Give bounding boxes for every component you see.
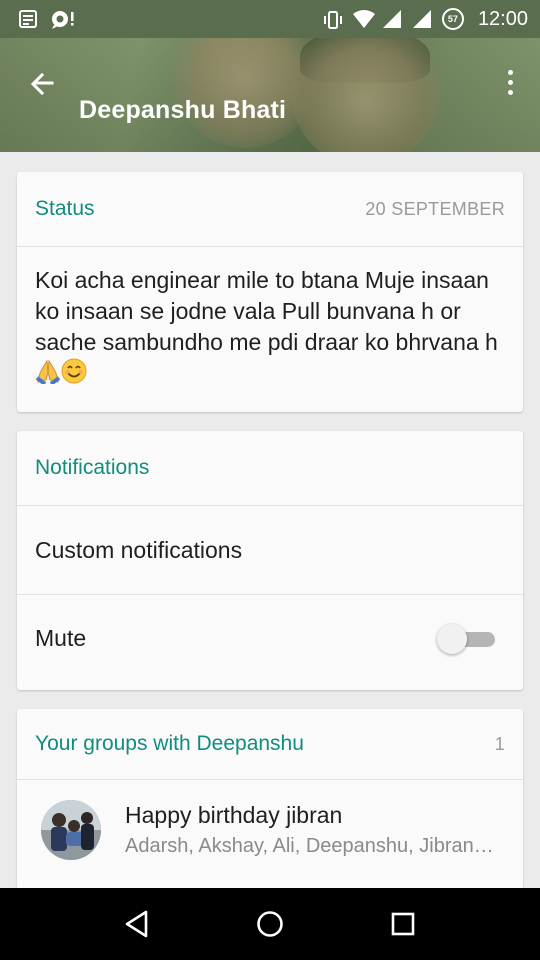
group-text: Happy birthday jibran Adarsh, Akshay, Al… (125, 802, 497, 858)
groups-card: Your groups with Deepanshu 1 Happy birth… (17, 709, 523, 889)
status-message: Koi acha enginear mile to btana Muje ins… (35, 267, 498, 355)
home-circle-icon (257, 911, 283, 937)
mute-toggle[interactable] (437, 623, 497, 654)
more-vert-dot (507, 89, 513, 95)
group-avatar (41, 800, 101, 860)
status-card: Status 20 SEPTEMBER Koi acha enginear mi… (17, 172, 523, 412)
custom-notifications-row[interactable]: Custom notifications (17, 506, 523, 594)
vibrate-icon (322, 9, 342, 29)
signal-icon (382, 9, 402, 29)
notifications-card: Notifications Custom notifications Mute (17, 431, 523, 690)
contact-name: Deepanshu Bhati (79, 96, 287, 124)
more-options-button[interactable] (498, 66, 522, 98)
clock: 12:00 (477, 7, 528, 30)
smiling-face-emoji (61, 358, 87, 392)
mute-label: Mute (35, 625, 87, 651)
more-vert-icon (507, 69, 513, 75)
notifications-title: Notifications (35, 456, 150, 479)
group-list-item[interactable]: Happy birthday jibran Adarsh, Akshay, Al… (17, 780, 523, 860)
group-members: Adarsh, Akshay, Ali, Deepanshu, Jibran, … (125, 835, 497, 857)
header-photo-overlay (0, 38, 540, 152)
group-name: Happy birthday jibran (125, 802, 343, 828)
folded-hands-emoji (35, 358, 61, 392)
toggle-thumb (437, 623, 467, 654)
nav-home-button[interactable] (245, 899, 295, 949)
contact-header: Deepanshu Bhati (0, 38, 540, 152)
custom-notifications-label: Custom notifications (35, 536, 243, 563)
notes-icon (18, 9, 38, 29)
system-nav-bar (0, 888, 540, 960)
status-text-block[interactable]: Koi acha enginear mile to btana Muje ins… (17, 247, 523, 392)
groups-title: Your groups with Deepanshu (35, 732, 304, 755)
nav-back-button[interactable] (112, 899, 162, 949)
arrow-left-icon (30, 72, 54, 96)
battery-icon: 57 (441, 8, 464, 30)
notifications-card-header: Notifications (17, 431, 523, 506)
back-triangle-icon (125, 910, 147, 938)
chat-bubble-icon (50, 9, 74, 29)
status-date: 20 SEPTEMBER (365, 198, 505, 219)
groups-count: 1 (494, 733, 505, 754)
recents-square-icon (392, 912, 415, 936)
status-card-header: Status 20 SEPTEMBER (17, 172, 523, 247)
more-vert-dot (507, 79, 513, 85)
back-button[interactable] (22, 64, 62, 104)
status-title: Status (35, 197, 95, 220)
signal-icon (412, 9, 432, 29)
status-bar: 57 12:00 (0, 0, 540, 38)
nav-recents-button[interactable] (378, 899, 428, 949)
groups-card-header: Your groups with Deepanshu 1 (17, 709, 523, 780)
wifi-icon (352, 9, 375, 29)
mute-row[interactable]: Mute (17, 594, 523, 682)
